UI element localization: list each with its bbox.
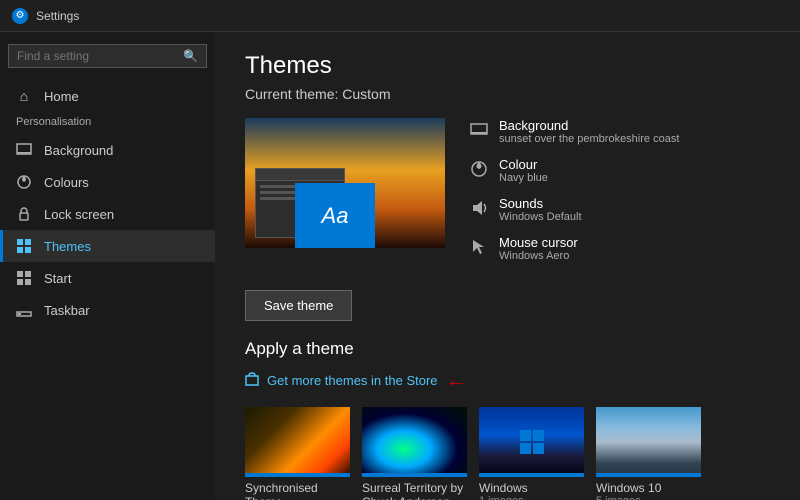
theme-card-name-3: Windows bbox=[479, 481, 584, 495]
theme-card-image-1 bbox=[245, 407, 350, 477]
theme-card-name-4: Windows 10 bbox=[596, 481, 701, 495]
sidebar-section-label: Personalisation bbox=[0, 112, 215, 134]
save-theme-button[interactable]: Save theme bbox=[245, 290, 352, 321]
sidebar-item-home[interactable]: ⌂ Home bbox=[0, 80, 215, 112]
home-icon: ⌂ bbox=[16, 88, 32, 104]
preview-window-titlebar bbox=[256, 169, 344, 181]
theme-card-bar-2 bbox=[362, 473, 467, 477]
windows-logo bbox=[520, 430, 544, 454]
sidebar-item-colours[interactable]: Colours bbox=[0, 166, 215, 198]
theme-info-text-mouse-cursor: Mouse cursor Windows Aero bbox=[499, 235, 578, 262]
search-box[interactable]: 🔍 bbox=[8, 44, 207, 68]
sidebar-label-taskbar: Taskbar bbox=[44, 303, 90, 318]
taskbar-icon bbox=[16, 302, 32, 318]
theme-info-item-background[interactable]: Background sunset over the pembrokeshire… bbox=[469, 118, 770, 145]
store-link[interactable]: Get more themes in the Store bbox=[267, 373, 438, 388]
theme-card-bar-4 bbox=[596, 473, 701, 477]
lock-icon bbox=[16, 206, 32, 222]
sidebar-label-background: Background bbox=[44, 143, 113, 158]
start-icon bbox=[16, 270, 32, 286]
store-link-row: Get more themes in the Store ← bbox=[245, 367, 770, 393]
sounds-info-icon bbox=[469, 198, 489, 218]
sidebar-item-themes[interactable]: Themes bbox=[0, 230, 215, 262]
theme-card-surreal[interactable]: Surreal Territory by Chuck Anderson 6 im… bbox=[362, 407, 467, 500]
sidebar-item-background[interactable]: Background bbox=[0, 134, 215, 166]
theme-card-name-2: Surreal Territory by Chuck Anderson bbox=[362, 481, 467, 500]
theme-preview-area: Aa Background sunset over the pembrokesh… bbox=[245, 118, 770, 274]
background-info-icon bbox=[469, 120, 489, 140]
search-input[interactable] bbox=[17, 49, 177, 63]
theme-info-text-sounds: Sounds Windows Default bbox=[499, 196, 582, 223]
theme-info-list: Background sunset over the pembrokeshire… bbox=[469, 118, 770, 274]
sidebar-item-start[interactable]: Start bbox=[0, 262, 215, 294]
store-icon bbox=[245, 372, 259, 389]
colour-info-icon bbox=[469, 159, 489, 179]
sidebar-item-taskbar[interactable]: Taskbar bbox=[0, 294, 215, 326]
theme-card-synchronised[interactable]: Synchronised Theme 1 images bbox=[245, 407, 350, 500]
colours-icon bbox=[16, 174, 32, 190]
mouse-cursor-info-icon bbox=[469, 237, 489, 257]
sidebar-label-start: Start bbox=[44, 271, 71, 286]
theme-card-bar-3 bbox=[479, 473, 584, 477]
current-theme-label: Current theme: Custom bbox=[245, 86, 770, 102]
sidebar-item-label: Home bbox=[44, 89, 79, 104]
theme-info-item-sounds[interactable]: Sounds Windows Default bbox=[469, 196, 770, 223]
theme-preview-image: Aa bbox=[245, 118, 445, 248]
main-content: Themes Current theme: Custom Aa bbox=[215, 32, 800, 500]
page-title: Themes bbox=[245, 52, 770, 80]
theme-card-count-4: 5 images bbox=[596, 495, 701, 500]
titlebar-icon: ⚙ bbox=[12, 8, 28, 24]
theme-card-bar bbox=[245, 473, 350, 477]
theme-card-image-3 bbox=[479, 407, 584, 477]
theme-card-name-1: Synchronised Theme bbox=[245, 481, 350, 500]
theme-card-image-2 bbox=[362, 407, 467, 477]
background-icon bbox=[16, 142, 32, 158]
theme-info-item-mouse-cursor[interactable]: Mouse cursor Windows Aero bbox=[469, 235, 770, 262]
search-icon: 🔍 bbox=[183, 49, 198, 63]
sidebar-label-lock-screen: Lock screen bbox=[44, 207, 114, 222]
theme-card-windows[interactable]: Windows 1 images bbox=[479, 407, 584, 500]
theme-info-text-colour: Colour Navy blue bbox=[499, 157, 548, 184]
content-area: 🔍 ⌂ Home Personalisation Background Colo… bbox=[0, 32, 800, 500]
preview-window2: Aa bbox=[295, 183, 375, 248]
themes-icon bbox=[16, 238, 32, 254]
theme-card-image-4 bbox=[596, 407, 701, 477]
sidebar-item-lock-screen[interactable]: Lock screen bbox=[0, 198, 215, 230]
themes-grid: Synchronised Theme 1 images Surreal Terr… bbox=[245, 407, 770, 500]
sidebar: 🔍 ⌂ Home Personalisation Background Colo… bbox=[0, 32, 215, 500]
arrow-icon: ← bbox=[446, 367, 468, 393]
theme-card-count-3: 1 images bbox=[479, 495, 584, 500]
theme-info-text-background: Background sunset over the pembrokeshire… bbox=[499, 118, 679, 145]
titlebar: ⚙ Settings bbox=[0, 0, 800, 32]
theme-card-windows10[interactable]: Windows 10 5 images bbox=[596, 407, 701, 500]
apply-theme-title: Apply a theme bbox=[245, 339, 770, 359]
sidebar-label-colours: Colours bbox=[44, 175, 89, 190]
sidebar-label-themes: Themes bbox=[44, 239, 91, 254]
titlebar-title: Settings bbox=[36, 9, 79, 23]
theme-info-item-colour[interactable]: Colour Navy blue bbox=[469, 157, 770, 184]
